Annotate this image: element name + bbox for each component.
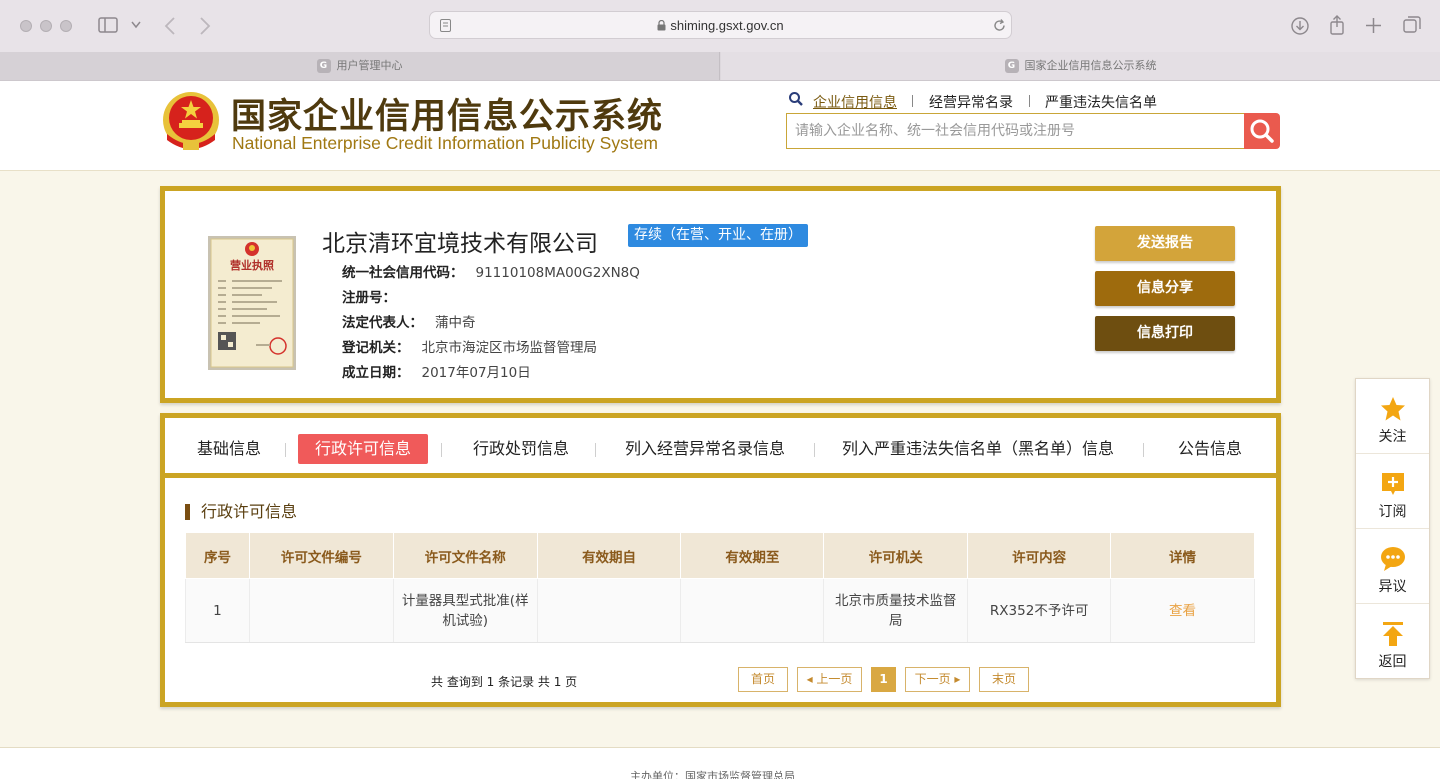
- browser-tab-user-center[interactable]: G 用户管理中心: [0, 52, 720, 80]
- national-emblem-icon[interactable]: [161, 90, 221, 152]
- tab-announcements[interactable]: 公告信息: [1165, 434, 1255, 464]
- column-header: 有效期至: [680, 532, 825, 579]
- tab-divider: [441, 443, 442, 457]
- info-row-legal-rep: 法定代表人： 蒲中奇: [342, 315, 476, 331]
- reload-icon[interactable]: [993, 19, 1006, 32]
- subscribe-icon: [1382, 473, 1404, 495]
- favicon-icon: G: [1004, 59, 1019, 73]
- column-header: 许可文件编号: [248, 532, 394, 579]
- business-license-image[interactable]: 营业执照: [208, 236, 296, 370]
- follow-button[interactable]: 关注: [1356, 379, 1429, 454]
- pagination-summary: 共 查询到 1 条记录 共 1 页: [431, 675, 578, 689]
- send-report-button[interactable]: 发送报告: [1095, 226, 1235, 261]
- permits-table: 序号 许可文件编号 许可文件名称 有效期自 有效期至 许可机关 许可内容 详情 …: [185, 532, 1255, 643]
- table-row: 1 计量器具型式批准(样机试验) 北京市质量技术监督局 RX352不予许可 查看: [185, 578, 1255, 643]
- window-zoom-button[interactable]: [60, 20, 72, 32]
- nav-enterprise-credit[interactable]: 企业信用信息: [813, 92, 897, 112]
- lock-icon: [657, 19, 666, 31]
- share-info-button[interactable]: 信息分享: [1095, 271, 1235, 306]
- tab-divider: [1143, 443, 1144, 457]
- chevron-down-icon[interactable]: [131, 21, 141, 29]
- column-header: 有效期自: [536, 532, 682, 579]
- column-header: 许可内容: [967, 532, 1112, 579]
- tab-admin-license[interactable]: 行政许可信息: [298, 434, 428, 464]
- sidebar-toggle-icon[interactable]: [98, 17, 118, 33]
- cell-valid-to: [680, 578, 825, 643]
- column-header: 许可文件名称: [392, 532, 538, 579]
- cell-doc-no: [249, 578, 394, 643]
- cell-index: 1: [185, 578, 250, 643]
- new-tab-icon[interactable]: [1366, 18, 1381, 33]
- cell-authority: 北京市质量技术监督局: [823, 578, 969, 643]
- window-minimize-button[interactable]: [40, 20, 52, 32]
- subscribe-button[interactable]: 订阅: [1356, 454, 1429, 529]
- nav-separator: [1029, 95, 1030, 107]
- status-badge: 存续（在营、开业、在册）: [628, 224, 808, 247]
- chat-icon: [1381, 547, 1405, 571]
- section-title: 行政许可信息: [185, 504, 297, 520]
- site-subtitle: National Enterprise Credit Information P…: [232, 133, 659, 153]
- tab-admin-penalty[interactable]: 行政处罚信息: [461, 434, 581, 464]
- prev-page-button[interactable]: ◂ 上一页: [797, 667, 862, 692]
- tab-divider: [595, 443, 596, 457]
- site-header: 国家企业信用信息公示系统 National Enterprise Credit …: [0, 81, 1440, 171]
- first-page-button[interactable]: 首页: [738, 667, 788, 692]
- footer-sponsor-text: 主办单位：国家市场监督管理总局: [630, 770, 795, 779]
- cell-content: RX352不予许可: [967, 578, 1112, 643]
- back-to-top-button[interactable]: 返回: [1356, 604, 1429, 679]
- download-icon[interactable]: [1291, 17, 1309, 35]
- objection-button[interactable]: 异议: [1356, 529, 1429, 604]
- window-close-button[interactable]: [20, 20, 32, 32]
- column-header: 详情: [1110, 532, 1255, 579]
- search-icon: [1250, 119, 1274, 143]
- info-row-established: 成立日期： 2017年07月10日: [342, 365, 531, 381]
- info-row-credit-code: 统一社会信用代码： 91110108MA00G2XN8Q: [342, 265, 640, 281]
- column-header: 序号: [185, 532, 250, 579]
- company-card: 营业执照 北京清环宜境技术有限公司 存续（在营、开业、在册） 统一社会信用代码：…: [160, 186, 1281, 403]
- nav-dishonest-list[interactable]: 严重违法失信名单: [1045, 92, 1157, 112]
- back-arrow-icon[interactable]: [164, 17, 176, 35]
- last-page-button[interactable]: 末页: [979, 667, 1029, 692]
- current-page-button[interactable]: 1: [871, 667, 896, 692]
- cell-valid-from: [537, 578, 682, 643]
- tab-abnormal-list[interactable]: 列入经营异常名录信息: [615, 434, 795, 464]
- license-title: 营业执照: [230, 258, 274, 272]
- site-title: 国家企业信用信息公示系统: [231, 97, 664, 137]
- browser-toolbar: shiming.gsxt.gov.cn: [0, 0, 1440, 52]
- share-icon[interactable]: [1329, 15, 1345, 35]
- print-info-button[interactable]: 信息打印: [1095, 316, 1235, 351]
- nav-separator: [912, 95, 913, 107]
- info-row-reg-no: 注册号：: [342, 290, 396, 306]
- cell-doc-name: 计量器具型式批准(样机试验): [393, 578, 538, 643]
- browser-tab-gsxt[interactable]: G 国家企业信用信息公示系统: [721, 52, 1440, 80]
- tab-overview-icon[interactable]: [1403, 16, 1421, 34]
- arrow-up-icon: [1383, 622, 1403, 646]
- forward-arrow-icon[interactable]: [199, 17, 211, 35]
- view-detail-link[interactable]: 查看: [1169, 603, 1196, 619]
- browser-tab-strip: G 用户管理中心 G 国家企业信用信息公示系统: [0, 52, 1440, 81]
- info-row-authority: 登记机关： 北京市海淀区市场监督管理局: [342, 340, 597, 356]
- url-text: shiming.gsxt.gov.cn: [430, 18, 1011, 33]
- info-section: 基础信息 行政许可信息 行政处罚信息 列入经营异常名录信息 列入严重违法失信名单…: [160, 413, 1281, 707]
- section-tab-bar: 基础信息 行政许可信息 行政处罚信息 列入经营异常名录信息 列入严重违法失信名单…: [165, 418, 1276, 478]
- floating-sidebar: 关注 订阅 异议 返回: [1355, 378, 1430, 679]
- company-name: 北京清环宜境技术有限公司: [322, 231, 598, 257]
- search-icon: [789, 92, 803, 106]
- column-header: 许可机关: [823, 532, 969, 579]
- table-header-row: 序号 许可文件编号 许可文件名称 有效期自 有效期至 许可机关 许可内容 详情: [185, 532, 1255, 579]
- favicon-icon: G: [316, 59, 331, 73]
- tab-blacklist[interactable]: 列入严重违法失信名单（黑名单）信息: [833, 434, 1123, 464]
- search-input[interactable]: [786, 113, 1246, 149]
- star-icon: [1381, 397, 1405, 421]
- footer: 主办单位：国家市场监督管理总局: [0, 748, 1440, 779]
- tab-divider: [814, 443, 815, 457]
- tab-divider: [285, 443, 286, 457]
- nav-abnormal-list[interactable]: 经营异常名录: [929, 92, 1013, 112]
- search-button[interactable]: [1244, 113, 1280, 149]
- tab-basic-info[interactable]: 基础信息: [185, 434, 273, 464]
- next-page-button[interactable]: 下一页 ▸: [905, 667, 970, 692]
- cell-detail: 查看: [1110, 578, 1255, 643]
- address-bar[interactable]: shiming.gsxt.gov.cn: [429, 11, 1012, 39]
